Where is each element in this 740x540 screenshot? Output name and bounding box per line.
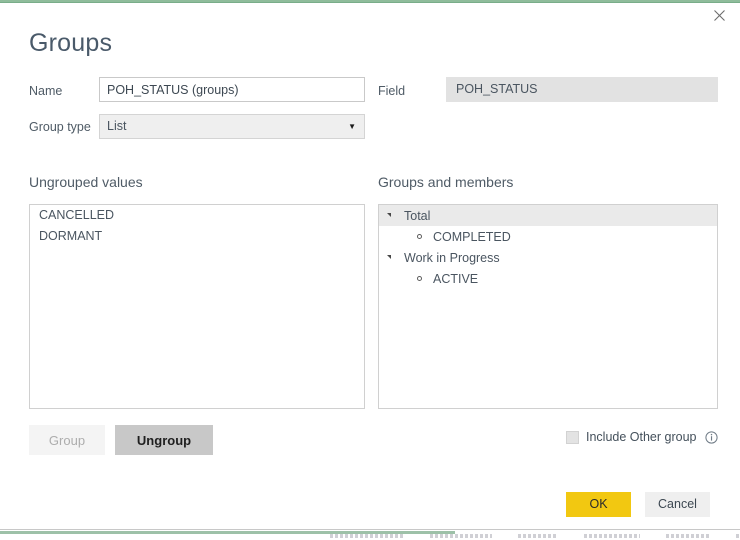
group-type-label: Group type <box>29 120 91 134</box>
groups-and-members-tree[interactable]: Total COMPLETED Work in Progress ACTIVE <box>378 204 718 409</box>
underlying-app-strip <box>0 529 740 540</box>
field-value: POH_STATUS <box>446 77 718 102</box>
checkbox-box[interactable] <box>566 431 579 444</box>
tree-member-row[interactable]: ACTIVE <box>379 268 717 289</box>
group-type-selected-value: List <box>107 119 127 133</box>
tree-member-row[interactable]: COMPLETED <box>379 226 717 247</box>
underlying-ghost-headers <box>330 534 740 540</box>
list-item[interactable]: CANCELLED <box>30 205 364 226</box>
triangle-expanded-icon[interactable] <box>387 212 402 218</box>
tree-member-label: ACTIVE <box>433 271 479 286</box>
list-item[interactable]: DORMANT <box>30 226 364 247</box>
ok-button[interactable]: OK <box>566 492 631 517</box>
tree-group-label: Total <box>404 208 431 223</box>
tree-group-row[interactable]: Total <box>379 205 717 226</box>
tree-member-label: COMPLETED <box>433 229 511 244</box>
tree-group-label: Work in Progress <box>404 250 500 265</box>
circle-bullet-icon <box>417 234 431 239</box>
groups-dialog: Groups Name Field POH_STATUS Group type … <box>0 0 740 540</box>
cancel-button[interactable]: Cancel <box>645 492 710 517</box>
ungroup-button[interactable]: Ungroup <box>115 425 213 455</box>
group-button[interactable]: Group <box>29 425 105 455</box>
group-type-select[interactable]: List ▼ <box>99 114 365 139</box>
name-label: Name <box>29 84 63 98</box>
chevron-down-icon: ▼ <box>348 121 356 131</box>
ungrouped-values-list[interactable]: CANCELLED DORMANT <box>29 204 365 409</box>
field-label: Field <box>378 84 406 98</box>
name-input[interactable] <box>99 77 365 102</box>
window-accent-bar-inner <box>0 2 740 3</box>
window-accent-bar <box>0 0 740 3</box>
tree-group-row[interactable]: Work in Progress <box>379 247 717 268</box>
page-title: Groups <box>29 29 113 57</box>
include-other-group-checkbox[interactable]: Include Other group <box>566 430 719 445</box>
ungrouped-values-heading: Ungrouped values <box>29 174 143 190</box>
circle-bullet-icon <box>417 276 431 281</box>
info-circle-icon[interactable] <box>705 431 719 445</box>
include-other-group-label: Include Other group <box>586 430 697 444</box>
close-icon[interactable] <box>704 4 734 26</box>
triangle-expanded-icon[interactable] <box>387 254 402 260</box>
groups-and-members-heading: Groups and members <box>378 174 514 190</box>
